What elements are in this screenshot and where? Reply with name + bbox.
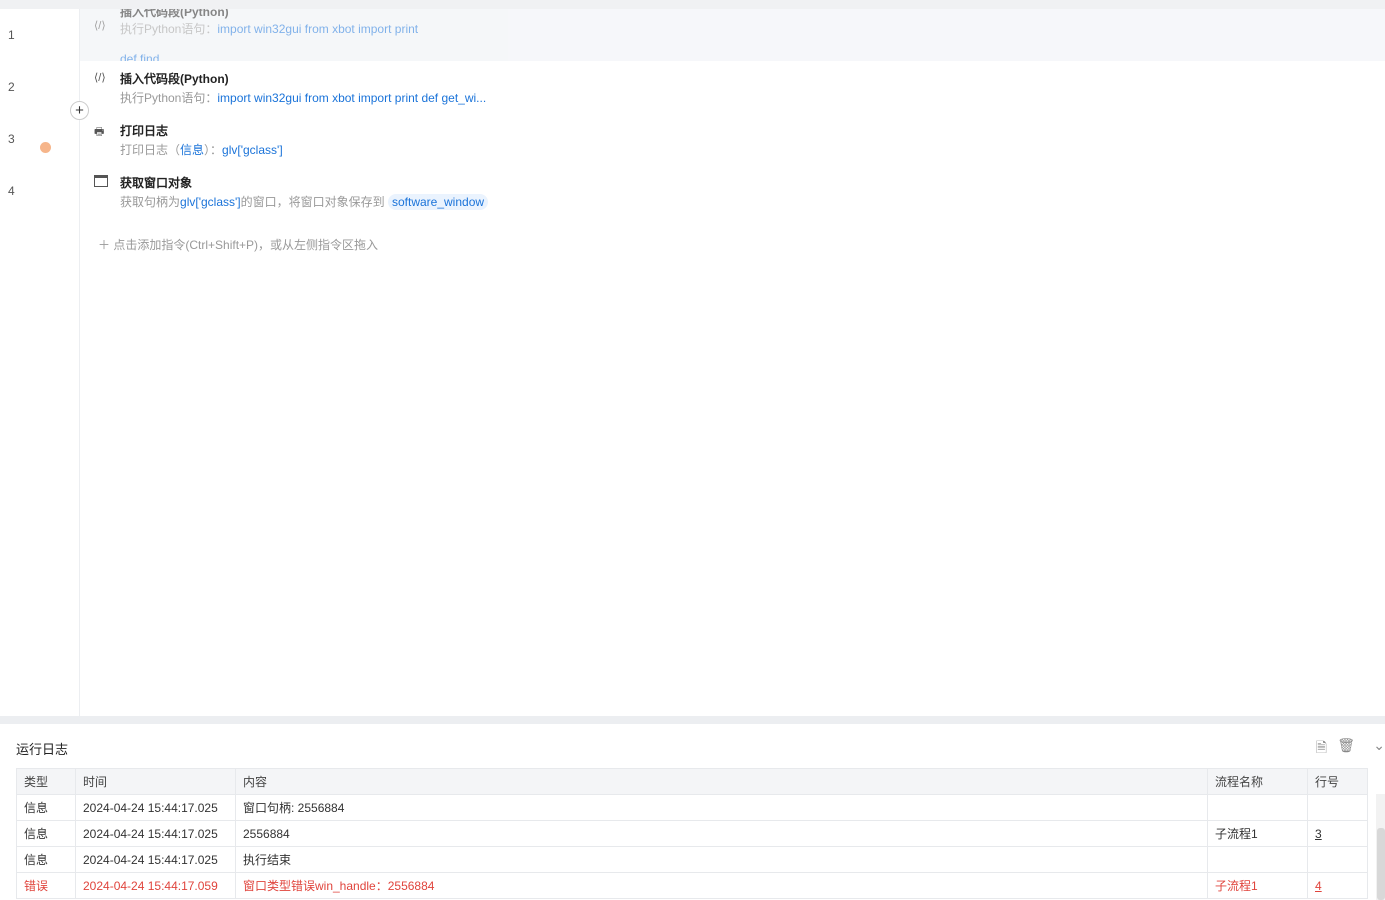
- cell-type: 信息: [16, 794, 76, 821]
- code-icon: ⟨/⟩: [94, 20, 106, 32]
- top-bar: [0, 0, 1385, 9]
- table-row[interactable]: 错误 2024-04-24 15:44:17.059 窗口类型错误win_hand…: [16, 872, 1368, 899]
- col-time: 时间: [75, 768, 236, 795]
- step-desc: 执行Python语句：import win32gui from xbot imp…: [120, 22, 419, 36]
- window-icon: [94, 175, 108, 187]
- log-panel-title: 运行日志: [16, 742, 69, 757]
- add-step-hint[interactable]: ＋ 点击添加指令(Ctrl+Shift+P)，或从左侧指令区拖入: [98, 236, 378, 253]
- cell-flow: 子流程1: [1207, 820, 1308, 847]
- line-gutter: 1 2 3 4: [0, 9, 80, 716]
- trash-icon[interactable]: 🗑: [1337, 737, 1355, 754]
- step-1-dragging[interactable]: ⟨/⟩ 插入代码段(Python) 执行Python语句：import win3…: [80, 9, 1385, 61]
- cell-content: 执行结束: [235, 846, 1208, 873]
- col-type: 类型: [16, 768, 76, 795]
- table-row[interactable]: 信息 2024-04-24 15:44:17.025 2556884 子流程1 3: [16, 820, 1368, 847]
- step-desc: 打印日志（信息）：glv['gclass']: [120, 143, 283, 157]
- line-number: 3: [8, 132, 15, 146]
- export-icon[interactable]: 🗎: [1316, 737, 1327, 761]
- line-number: 4: [8, 184, 15, 198]
- step-desc-extra: def find ...: [120, 52, 173, 61]
- variable-pill: software_window: [387, 194, 489, 210]
- chevron-down-icon[interactable]: ⌄: [1373, 737, 1385, 754]
- cell-time: 2024-04-24 15:44:17.025: [75, 846, 236, 873]
- scrollbar-thumb[interactable]: [1377, 828, 1385, 900]
- code-icon: ⟨/⟩: [94, 72, 106, 84]
- step-desc: 获取句柄为glv['gclass']的窗口，将窗口对象保存到 software_…: [120, 193, 489, 210]
- step-title: 插入代码段(Python): [120, 9, 229, 19]
- step-3[interactable]: 🖶 打印日志 打印日志（信息）：glv['gclass']: [80, 113, 1385, 165]
- step-title: 获取窗口对象: [120, 176, 193, 190]
- step-4[interactable]: 获取窗口对象 获取句柄为glv['gclass']的窗口，将窗口对象保存到 so…: [80, 165, 1385, 217]
- cell-flow: [1207, 794, 1308, 821]
- cell-flow: 子流程1: [1207, 872, 1308, 899]
- cell-line[interactable]: 4: [1307, 872, 1368, 899]
- step-title: 打印日志: [120, 124, 169, 138]
- printer-icon: 🖶: [94, 126, 105, 138]
- cell-line[interactable]: [1307, 846, 1368, 873]
- log-table: 类型 时间 内容 流程名称 行号 信息 2024-04-24 15:44:17.0…: [16, 768, 1368, 899]
- line-number: 1: [8, 28, 15, 42]
- col-content: 内容: [235, 768, 1208, 795]
- cell-line[interactable]: [1307, 794, 1368, 821]
- breakpoint-marker[interactable]: [40, 142, 51, 153]
- step-2[interactable]: ⟨/⟩ 插入代码段(Python) 执行Python语句：import win3…: [80, 61, 1385, 113]
- cell-content: 2556884: [235, 820, 1208, 847]
- cell-time: 2024-04-24 15:44:17.025: [75, 794, 236, 821]
- line-number: 2: [8, 80, 15, 94]
- cell-type: 信息: [16, 846, 76, 873]
- plus-icon: ＋: [98, 238, 114, 252]
- cell-time: 2024-04-24 15:44:17.059: [75, 872, 236, 899]
- panel-divider[interactable]: [0, 716, 1385, 724]
- cell-content: 窗口句柄: 2556884: [235, 794, 1208, 821]
- table-row[interactable]: 信息 2024-04-24 15:44:17.025 执行结束: [16, 846, 1368, 873]
- cell-flow: [1207, 846, 1308, 873]
- table-row[interactable]: 信息 2024-04-24 15:44:17.025 窗口句柄: 2556884: [16, 794, 1368, 821]
- cell-content: 窗口类型错误win_handle：2556884: [235, 872, 1208, 899]
- col-flow: 流程名称: [1207, 768, 1308, 795]
- col-line: 行号: [1307, 768, 1368, 795]
- cell-type: 错误: [16, 872, 76, 899]
- step-desc: 执行Python语句：import win32gui from xbot imp…: [120, 91, 487, 105]
- cell-time: 2024-04-24 15:44:17.025: [75, 820, 236, 847]
- cell-line[interactable]: 3: [1307, 820, 1368, 847]
- step-title: 插入代码段(Python): [120, 72, 229, 86]
- cell-type: 信息: [16, 820, 76, 847]
